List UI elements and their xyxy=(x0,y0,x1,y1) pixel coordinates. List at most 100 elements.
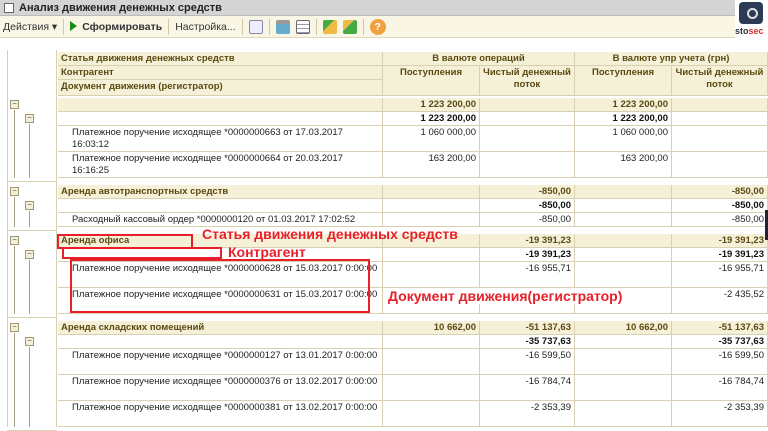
document-value xyxy=(480,126,575,152)
document-value: -16 599,50 xyxy=(672,349,768,375)
document-value xyxy=(575,401,672,427)
document-value: 163 200,00 xyxy=(383,152,480,178)
counterparty-value: -850,00 xyxy=(480,199,575,213)
counterparty-row-label xyxy=(58,335,383,349)
collapse-counterparty-icon[interactable]: − xyxy=(25,250,34,259)
group-row-label: Аренда складских помещений xyxy=(58,321,383,335)
group-value: 1 223 200,00 xyxy=(575,98,672,112)
generate-button[interactable]: Сформировать xyxy=(70,20,163,33)
play-icon xyxy=(70,20,78,31)
header-currency-mgmt: В валюте упр учета (грн) xyxy=(575,52,768,66)
group-row-label: Аренда автотранспортных средств xyxy=(58,185,383,199)
counterparty-value xyxy=(383,199,480,213)
document-value: -16 784,74 xyxy=(480,375,575,401)
document-value: 1 060 000,00 xyxy=(383,126,480,152)
header-article: Статья движения денежных средств xyxy=(58,52,383,66)
actions-menu[interactable]: Действия ▾ xyxy=(3,21,57,33)
counterparty-value xyxy=(672,112,768,126)
counterparty-value xyxy=(383,335,480,349)
document-row: Платежное поручение исходящее *000000012… xyxy=(58,349,383,375)
table-icon[interactable] xyxy=(295,19,310,34)
counterparty-value xyxy=(480,112,575,126)
header-document: Документ движения (регистратор) xyxy=(58,80,383,96)
counterparty-value xyxy=(575,199,672,213)
document-value: -850,00 xyxy=(672,213,768,227)
document-value: -16 784,74 xyxy=(672,375,768,401)
settings-button[interactable]: Настройка... xyxy=(175,21,235,33)
document-value xyxy=(383,262,480,288)
document-value: 163 200,00 xyxy=(575,152,672,178)
document-value: -850,00 xyxy=(480,213,575,227)
collapse-counterparty-icon[interactable]: − xyxy=(25,201,34,210)
collapse-group-icon[interactable]: − xyxy=(10,100,19,109)
help-button[interactable]: ? xyxy=(369,18,386,35)
document-value: -2 435,52 xyxy=(672,288,768,314)
counterparty-value: -35 737,63 xyxy=(672,335,768,349)
separator xyxy=(268,18,270,35)
tree-line xyxy=(14,110,15,178)
collapse-group-icon[interactable]: − xyxy=(10,236,19,245)
group-value: -51 137,63 xyxy=(480,321,575,335)
expand-icon[interactable] xyxy=(322,19,337,34)
counterparty-value: -35 737,63 xyxy=(480,335,575,349)
collapse-group-icon[interactable]: − xyxy=(10,323,19,332)
group-value: 1 223 200,00 xyxy=(383,98,480,112)
logo-mark xyxy=(739,2,763,24)
annotation-document-label: Документ движения(регистратор) xyxy=(386,288,625,304)
collapse-group-icon[interactable]: − xyxy=(10,187,19,196)
group-value: 10 662,00 xyxy=(575,321,672,335)
report-icon xyxy=(4,2,14,13)
header-income-op: Поступления xyxy=(383,66,480,96)
document-value xyxy=(672,126,768,152)
document-row: Платежное поручение исходящее *000000037… xyxy=(58,375,383,401)
header-netflow-op: Чистый денежный поток xyxy=(480,66,575,96)
stosec-logo: stosec xyxy=(735,0,768,42)
group-value xyxy=(575,234,672,248)
document-value: -2 353,39 xyxy=(480,401,575,427)
counterparty-value xyxy=(575,335,672,349)
group-value xyxy=(575,185,672,199)
tree-line xyxy=(29,347,30,427)
document-value xyxy=(575,262,672,288)
document-value: -16 955,71 xyxy=(672,262,768,288)
annotation-counterparty-label: Контрагент xyxy=(228,244,306,260)
separator xyxy=(168,18,170,35)
filter-icon[interactable] xyxy=(275,19,290,34)
tree-line xyxy=(29,260,30,314)
collapse-counterparty-icon[interactable]: − xyxy=(25,337,34,346)
counterparty-value: 1 223 200,00 xyxy=(575,112,672,126)
document-value xyxy=(383,213,480,227)
header-currency-op: В валюте операций xyxy=(383,52,575,66)
document-value xyxy=(480,152,575,178)
collapse-icon[interactable] xyxy=(342,19,357,34)
document-value xyxy=(575,213,672,227)
collapse-counterparty-icon[interactable]: − xyxy=(25,114,34,123)
counterparty-value: 1 223 200,00 xyxy=(383,112,480,126)
divider xyxy=(7,230,57,231)
document-value xyxy=(575,375,672,401)
counterparty-row-label xyxy=(58,199,383,213)
group-value: 10 662,00 xyxy=(383,321,480,335)
tree-line xyxy=(14,333,15,427)
counterparty-value: -19 391,23 xyxy=(672,248,768,262)
report-view-icon[interactable] xyxy=(248,19,263,34)
window-title: Анализ движения денежных средств xyxy=(19,1,222,14)
toolbar: Действия ▾ Сформировать Настройка... ? xyxy=(0,16,740,38)
document-row: Расходный кассовый ордер *0000000120 от … xyxy=(58,213,383,227)
separator xyxy=(241,18,243,35)
group-value: -19 391,23 xyxy=(480,234,575,248)
document-value xyxy=(672,152,768,178)
separator xyxy=(362,18,364,35)
tree-line xyxy=(29,211,30,227)
window-titlebar: Анализ движения денежных средств xyxy=(0,0,768,16)
group-value xyxy=(672,98,768,112)
generate-label: Сформировать xyxy=(82,20,163,33)
group-value xyxy=(480,98,575,112)
tree-line xyxy=(14,246,15,314)
annotation-counterparty-box xyxy=(62,247,222,259)
document-value xyxy=(383,349,480,375)
counterparty-row-label xyxy=(58,112,383,126)
document-value xyxy=(383,375,480,401)
group-value: -51 137,63 xyxy=(672,321,768,335)
document-value: -16 599,50 xyxy=(480,349,575,375)
